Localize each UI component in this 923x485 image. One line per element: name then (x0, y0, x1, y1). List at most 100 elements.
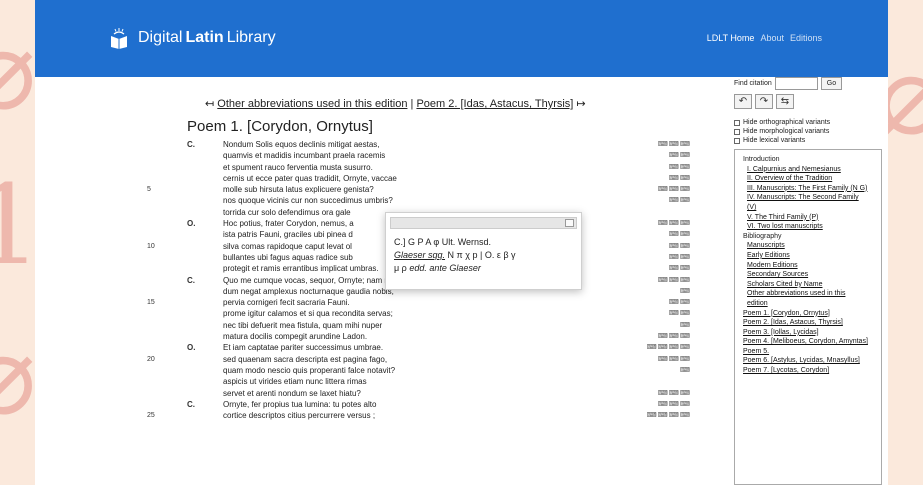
toc-item[interactable]: Secondary Sources (743, 270, 875, 280)
poem-title: Poem 1. [Corydon, Ornytus] (187, 118, 373, 135)
citation-input[interactable] (774, 77, 818, 90)
poem-line: 5 molle sub hirsuta latus explicuere geni… (147, 184, 707, 195)
variant-markers[interactable]: ⌨⌨ (669, 150, 691, 161)
line-text: sed quaenam sacra descripta est pagina f… (223, 354, 388, 364)
variant-markers[interactable]: ⌨⌨ (669, 297, 691, 308)
line-text: servet et arenti nondum se laxet hiatu? (223, 388, 361, 398)
book-icon (111, 28, 127, 49)
toc-item[interactable]: Poem 1. [Corydon, Ornytus] (743, 309, 875, 319)
speaker-label: O. (187, 219, 196, 229)
variant-markers[interactable]: ⌨⌨⌨⌨ (647, 342, 691, 353)
variant-markers[interactable]: ⌨ (680, 365, 691, 376)
variant-markers[interactable]: ⌨⌨⌨ (658, 399, 691, 410)
variant-markers[interactable]: ⌨⌨⌨⌨ (647, 410, 691, 421)
toc-item[interactable]: VI. Two lost manuscripts (743, 222, 875, 232)
variant-markers[interactable]: ⌨ (680, 286, 691, 297)
poem-line: quamvis et madidis incumbant praela race… (147, 150, 707, 161)
toc-item: Introduction (743, 156, 780, 163)
toc-item[interactable]: Manuscripts (743, 241, 875, 251)
checkbox-icon[interactable] (734, 137, 740, 144)
toc-item[interactable]: Modern Editions (743, 261, 875, 271)
variant-markers[interactable]: ⌨⌨⌨ (658, 354, 691, 365)
popup-scholar-link[interactable]: Glaeser sqq. (394, 250, 445, 260)
forward-arrow-icon[interactable]: ↷ (755, 94, 773, 109)
toc-item[interactable]: Poem 7. [Lycotas, Corydon] (743, 366, 875, 376)
line-number: 25 (147, 412, 155, 420)
variant-markers[interactable]: ⌨⌨⌨ (658, 331, 691, 342)
swap-arrow-icon[interactable]: ⇆ (776, 94, 794, 109)
nav-about[interactable]: About (760, 33, 784, 43)
next-arrow-icon: ↦ (576, 98, 586, 110)
toc-item[interactable]: Poem 6. [Astylus, Lycidas, Mnasyllus] (743, 356, 875, 366)
variant-markers[interactable]: ⌨ (680, 320, 691, 331)
poem-line: nos quoque vicinis cur non succedimus um… (147, 195, 707, 206)
checkbox-icon[interactable] (734, 128, 740, 135)
nav-links: LDLT Home About Editions (707, 33, 822, 43)
toc-item[interactable]: Other abbreviations used in this (743, 289, 875, 299)
hide-lexical-checkbox[interactable]: Hide lexical variants (734, 136, 830, 145)
variant-markers[interactable]: ⌨⌨⌨ (658, 275, 691, 286)
poem-line: cernis ut ecce pater quas tradidit, Orny… (147, 173, 707, 184)
toc-item[interactable]: I. Calpurnius and Nemesianus (743, 165, 875, 175)
variant-markers[interactable]: ⌨⌨⌨ (658, 218, 691, 229)
toc-item[interactable]: II. Overview of the Tradition (743, 174, 875, 184)
line-text: prome igitur calamos et si qua recondita… (223, 309, 393, 319)
back-arrow-icon[interactable]: ↶ (734, 94, 752, 109)
poem-line: C. Ornyte, fer propius tua lumina: tu pot… (147, 399, 707, 410)
toc-item[interactable]: Poem 4. [Meliboeus, Corydon, Amyntas] (743, 337, 875, 347)
variant-markers[interactable]: ⌨⌨ (669, 241, 691, 252)
variant-markers[interactable]: ⌨⌨ (669, 229, 691, 240)
toc-item[interactable]: edition (743, 299, 875, 309)
variant-markers[interactable]: ⌨⌨ (669, 308, 691, 319)
prev-link[interactable]: Other abbreviations used in this edition (217, 98, 407, 110)
line-text: aspicis ut virides etiam nunc littera ri… (223, 377, 367, 387)
poem-line: nec tibi defuerit mea fistula, quam mihi… (147, 320, 707, 331)
toc-item[interactable]: Poem 5. (743, 347, 875, 357)
variant-markers[interactable]: ⌨⌨ (669, 263, 691, 274)
variant-markers[interactable]: ⌨⌨⌨ (658, 388, 691, 399)
toc-item[interactable]: Early Editions (743, 251, 875, 261)
background-decoration-left-bottom: ⌀ (0, 311, 37, 439)
toc-item[interactable]: (V) (743, 203, 875, 213)
nav-editions[interactable]: Editions (790, 33, 822, 43)
hide-morphological-checkbox[interactable]: Hide morphological variants (734, 127, 830, 136)
poem-line: 25 cortice descriptos citius percurrere v… (147, 410, 707, 421)
popup-body: C.] G P A φ Ult. Wernsd. Glaeser sqq. N … (386, 233, 581, 278)
line-number: 15 (147, 299, 155, 307)
variant-markers[interactable]: ⌨⌨ (669, 252, 691, 263)
speaker-label: C. (187, 399, 195, 409)
toc-item[interactable]: Scholars Cited by Name (743, 280, 875, 290)
toc-item[interactable]: V. The Third Family (P) (743, 213, 875, 223)
line-text: pervia cornigeri fecit sacraria Fauni. (223, 298, 350, 308)
hide-orthographical-checkbox[interactable]: Hide orthographical variants (734, 118, 830, 127)
line-text: Et iam captatae pariter successimus umbr… (223, 343, 384, 353)
line-number: 20 (147, 355, 155, 363)
line-number: 10 (147, 242, 155, 250)
line-text: nos quoque vicinis cur non succedimus um… (223, 196, 393, 206)
variant-markers[interactable]: ⌨⌨⌨ (658, 184, 691, 195)
variant-markers[interactable]: ⌨⌨ (669, 162, 691, 173)
toc-item[interactable]: Poem 3. [Iollas, Lycidas] (743, 328, 875, 338)
variant-markers[interactable]: ⌨⌨ (669, 195, 691, 206)
line-text: molle sub hirsuta latus explicuere genis… (223, 185, 374, 195)
popup-line-2: Glaeser sqq. N π χ p | O. ε β γ (394, 249, 573, 262)
toc-item[interactable]: III. Manuscripts: The First Family (N G) (743, 184, 875, 194)
nav-ldlt-home[interactable]: LDLT Home (707, 33, 755, 43)
next-link[interactable]: Poem 2. [Idas, Astacus, Thyrsis] (416, 98, 573, 110)
link-separator: | (410, 98, 414, 110)
brand[interactable]: Digital Latin Library (109, 27, 276, 49)
checkbox-icon[interactable] (734, 119, 740, 126)
toc-item[interactable]: IV. Manuscripts: The Second Family (743, 193, 875, 203)
line-number: 5 (147, 186, 151, 194)
close-icon[interactable] (565, 219, 574, 227)
navbar: Digital Latin Library LDLT Home About Ed… (35, 0, 888, 77)
line-text: ista patris Fauni, graciles ubi pinea d (223, 230, 353, 240)
variant-markers[interactable]: ⌨⌨ (669, 173, 691, 184)
line-text: dum negat amplexus nocturnaque gaudia no… (223, 286, 394, 296)
toc-item[interactable]: Poem 2. [Idas, Astacus, Thyrsis] (743, 318, 875, 328)
popup-titlebar[interactable] (390, 217, 577, 229)
poem-line: C. Nondum Solis equos declinis mitigat ae… (147, 139, 707, 150)
go-button[interactable]: Go (820, 77, 843, 90)
toc-item: Bibliography (743, 232, 782, 240)
variant-markers[interactable]: ⌨⌨⌨ (658, 139, 691, 150)
